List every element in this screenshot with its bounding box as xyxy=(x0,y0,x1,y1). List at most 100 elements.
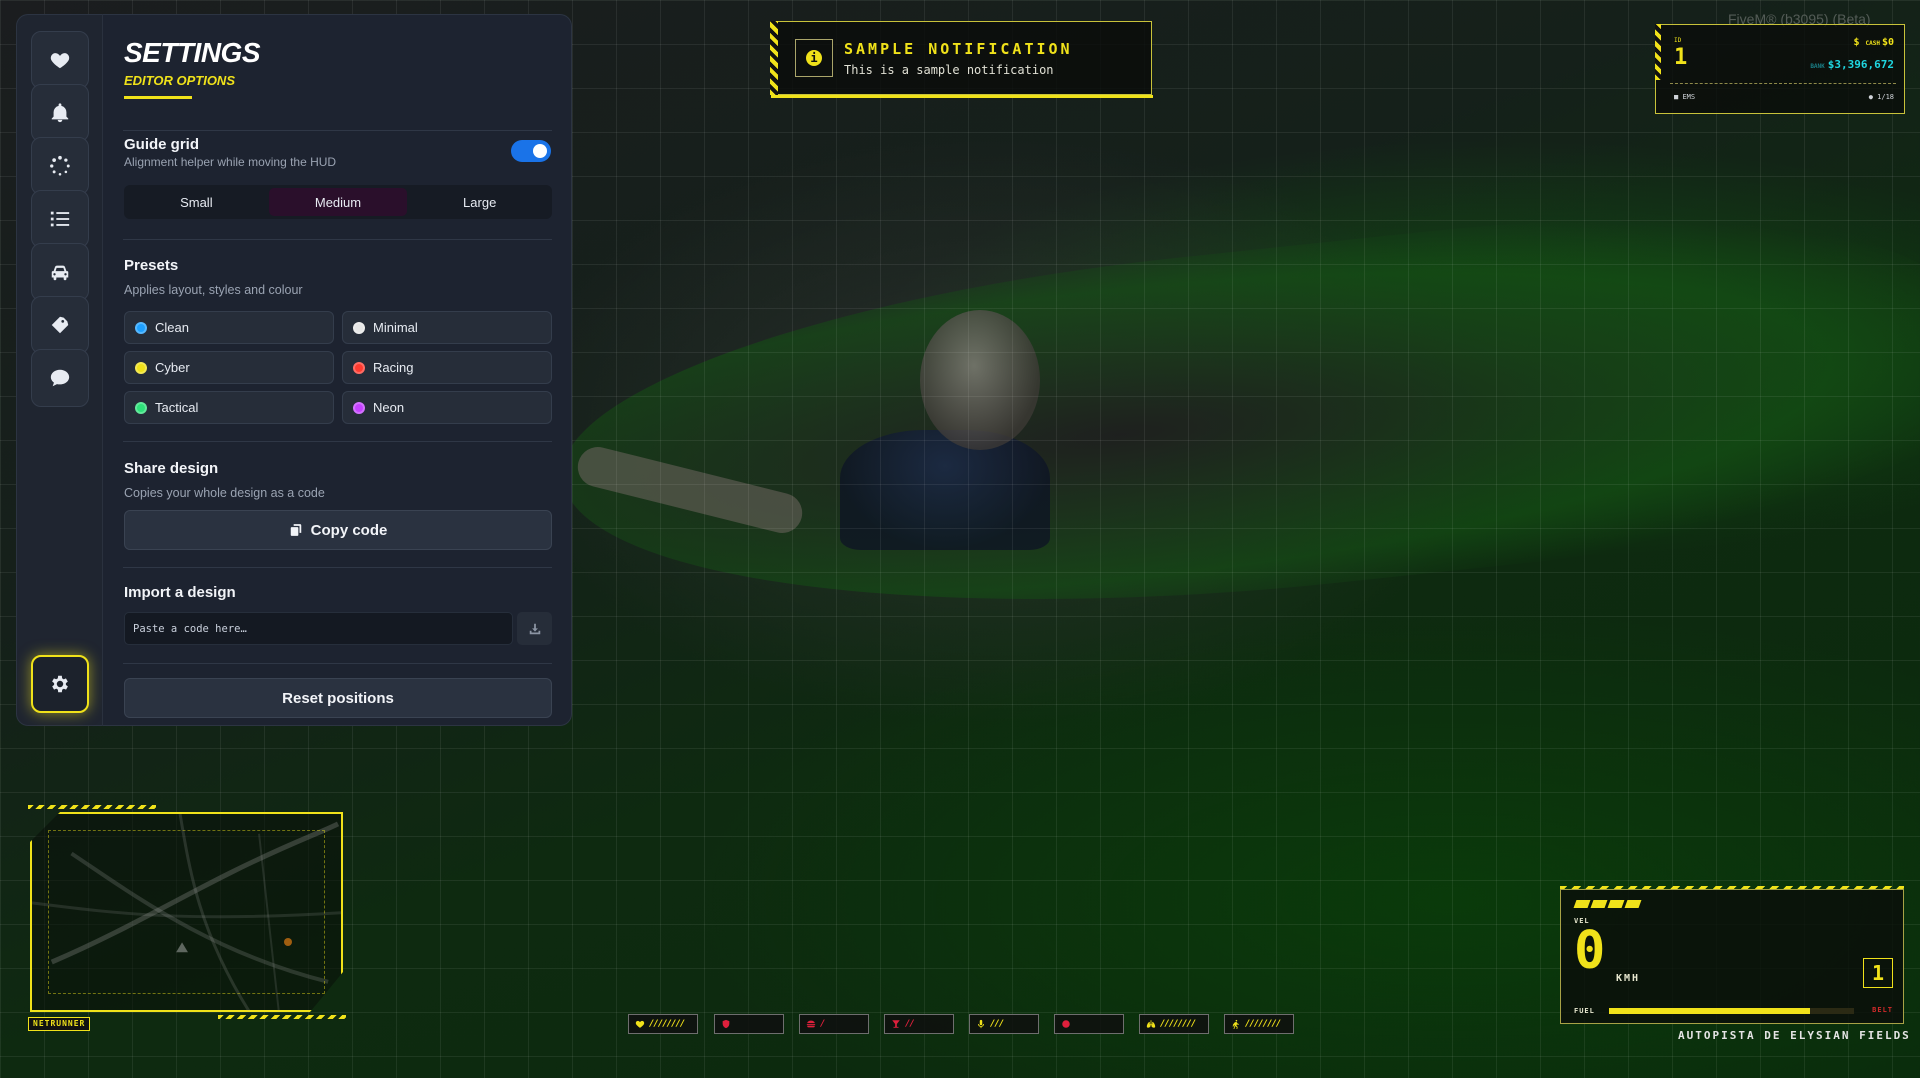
sidebar-item-loading[interactable] xyxy=(31,137,89,195)
gear-icon xyxy=(52,675,68,693)
grid-size-small[interactable]: Small xyxy=(127,188,266,216)
subtitle-underline xyxy=(124,96,192,99)
preset-racing[interactable]: Racing xyxy=(342,351,552,384)
grid-size-medium[interactable]: Medium xyxy=(268,188,408,216)
preset-color-dot xyxy=(135,321,147,334)
rpm-segment xyxy=(1607,900,1625,908)
copy-icon xyxy=(290,524,301,536)
mic-icon xyxy=(978,1019,984,1029)
reset-positions-label: Reset positions xyxy=(282,689,394,707)
stress-indicator xyxy=(1054,1014,1124,1034)
sidebar-item-health[interactable] xyxy=(31,31,89,89)
thirst-indicator: // xyxy=(884,1014,954,1034)
sidebar-item-notifications[interactable] xyxy=(31,84,89,142)
hazard-stripe xyxy=(770,21,778,95)
sidebar-item-settings[interactable] xyxy=(31,655,89,713)
preset-label: Tactical xyxy=(155,400,199,415)
street-name: AUTOPISTA DE ELYSIAN FIELDS xyxy=(1678,1029,1911,1042)
indicator-level: // xyxy=(905,1019,915,1029)
preset-label: Minimal xyxy=(373,320,418,335)
preset-tactical[interactable]: Tactical xyxy=(124,391,334,424)
bank-value: $3,396,672 xyxy=(1827,58,1894,71)
chat-icon xyxy=(50,369,70,387)
preset-clean[interactable]: Clean xyxy=(124,311,334,344)
import-heading: Import a design xyxy=(124,584,236,601)
sidebar-item-vehicle[interactable] xyxy=(31,243,89,301)
stamina-icon xyxy=(1232,1019,1239,1029)
tag-icon xyxy=(51,316,69,334)
bank-label: BANK xyxy=(1810,63,1825,70)
gear-indicator: 1 xyxy=(1863,958,1893,988)
divider xyxy=(123,663,552,664)
indicator-level: //////// xyxy=(1160,1019,1196,1029)
preset-label: Racing xyxy=(373,360,414,375)
settings-panel: SETTINGS EDITOR OPTIONS Guide grid Align… xyxy=(102,14,572,726)
cash-value: $0 xyxy=(1881,37,1894,48)
hunger-indicator: / xyxy=(799,1014,869,1034)
rpm-segment xyxy=(1624,900,1642,908)
car-silhouette xyxy=(546,177,1920,663)
preset-color-dot xyxy=(135,361,147,374)
preset-label: Clean xyxy=(155,320,189,335)
drink-icon xyxy=(892,1020,900,1028)
shield-icon xyxy=(722,1019,730,1029)
reset-positions-button[interactable]: Reset positions xyxy=(124,678,552,718)
stress-icon xyxy=(1062,1020,1070,1028)
health-indicator: //////// xyxy=(628,1014,698,1034)
speed-value: 0 xyxy=(1574,921,1606,981)
page-subtitle: EDITOR OPTIONS xyxy=(124,73,235,88)
job-label: EMS xyxy=(1682,93,1696,101)
car-icon xyxy=(51,265,69,281)
spinner-icon xyxy=(50,155,70,176)
burger-icon xyxy=(806,1020,816,1028)
copy-code-button[interactable]: Copy code xyxy=(124,510,552,550)
preset-label: Cyber xyxy=(155,360,190,375)
notification-title: SAMPLE NOTIFICATION xyxy=(844,40,1073,58)
lungs-icon xyxy=(1146,1020,1156,1028)
grid-size-large[interactable]: Large xyxy=(410,188,549,216)
preset-label: Neon xyxy=(373,400,405,415)
divider xyxy=(123,130,552,131)
rpm-segment xyxy=(1573,900,1591,908)
import-code-input[interactable] xyxy=(124,612,513,645)
preset-color-dot xyxy=(135,401,147,414)
player-body xyxy=(840,430,1050,550)
indicator-level: / xyxy=(820,1019,826,1029)
preset-color-dot xyxy=(353,321,365,334)
player-count: ● 1/18 xyxy=(1869,93,1894,101)
preset-neon[interactable]: Neon xyxy=(342,391,552,424)
indicator-level: //////// xyxy=(649,1019,685,1029)
bell-icon xyxy=(51,103,69,123)
minimap-label: NETRUNNER xyxy=(28,1017,91,1031)
share-description: Copies your whole design as a code xyxy=(124,486,325,500)
cash-label: CASH xyxy=(1865,40,1880,47)
copy-code-label: Copy code xyxy=(310,521,388,539)
preset-color-dot xyxy=(353,361,365,374)
grid-size-selector: Small Medium Large xyxy=(124,185,552,219)
preset-color-dot xyxy=(353,401,365,414)
import-button[interactable] xyxy=(517,612,552,645)
sidebar-item-list[interactable] xyxy=(31,190,89,248)
sidebar-item-chat[interactable] xyxy=(31,349,89,407)
presets-description: Applies layout, styles and colour xyxy=(124,283,303,297)
minimap xyxy=(30,812,343,1012)
preset-cyber[interactable]: Cyber xyxy=(124,351,334,384)
divider xyxy=(123,239,552,240)
download-icon xyxy=(529,623,540,634)
hazard-stripe xyxy=(218,1015,346,1019)
share-heading: Share design xyxy=(124,460,219,477)
sidebar-item-style[interactable] xyxy=(31,296,89,354)
presets-heading: Presets xyxy=(124,257,179,274)
stamina-indicator: //////// xyxy=(1224,1014,1294,1034)
users-icon: ● xyxy=(1868,93,1878,101)
player-head xyxy=(920,310,1040,450)
oxygen-indicator: //////// xyxy=(1139,1014,1209,1034)
player-status-panel: ID 1 $ CASH $0 BANK $3,396,672 ■ EMS ● 1/1… xyxy=(1655,24,1905,114)
player-count-value: 1/18 xyxy=(1877,93,1894,101)
guide-grid-toggle[interactable] xyxy=(511,140,551,162)
seatbelt-label: BELT xyxy=(1872,1006,1893,1014)
player-id-label: ID xyxy=(1674,37,1682,44)
preset-minimal[interactable]: Minimal xyxy=(342,311,552,344)
guide-grid-description: Alignment helper while moving the HUD xyxy=(124,155,337,169)
hazard-stripe xyxy=(28,805,156,809)
